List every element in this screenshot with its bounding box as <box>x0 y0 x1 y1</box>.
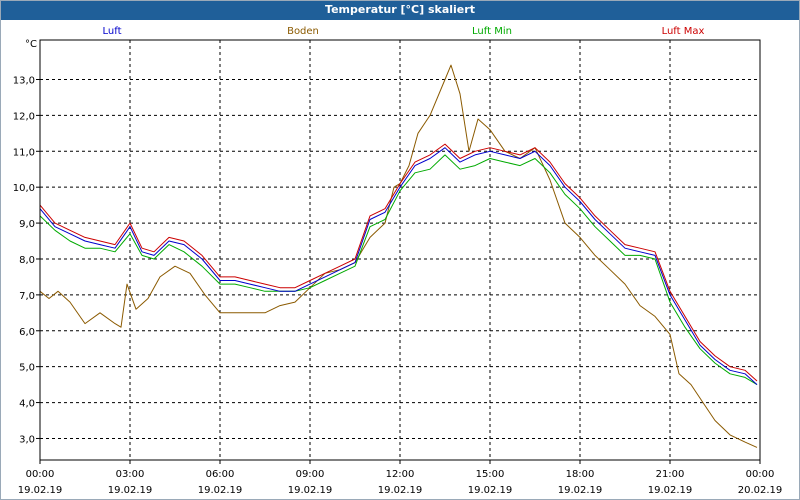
x-tick-date: 20.02.19 <box>738 485 783 496</box>
y-tick-label: 9,0 <box>19 219 35 230</box>
x-tick-date: 19.02.19 <box>648 485 693 496</box>
y-tick-label: 11,0 <box>13 147 35 158</box>
x-tick-date: 19.02.19 <box>288 485 333 496</box>
y-tick-label: 7,0 <box>19 291 35 302</box>
x-tick-date: 19.02.19 <box>468 485 513 496</box>
series-line-luft-max <box>39 143 758 382</box>
y-tick-label: 12,0 <box>13 111 35 122</box>
legend: Luft Boden Luft Min Luft Max <box>103 26 705 37</box>
legend-entry: Luft <box>103 26 122 37</box>
x-tick-time: 09:00 <box>296 469 325 480</box>
x-tick-date: 19.02.19 <box>378 485 423 496</box>
x-tick-time: 00:00 <box>26 469 55 480</box>
y-tick-label: 3,0 <box>19 434 35 445</box>
x-tick-date: 19.02.19 <box>18 485 63 496</box>
y-tick-label: 4,0 <box>19 399 35 410</box>
x-tick-time: 12:00 <box>386 469 415 480</box>
x-tick-time: 03:00 <box>116 469 145 480</box>
x-tick-time: 00:00 <box>746 469 775 480</box>
y-tick-label: 10,0 <box>13 183 35 194</box>
series-line-luft <box>39 147 758 385</box>
x-tick-time: 18:00 <box>566 469 595 480</box>
x-tick-time: 06:00 <box>206 469 235 480</box>
series-lines <box>39 64 758 448</box>
x-tick-time: 21:00 <box>656 469 685 480</box>
series-line-boden <box>39 64 758 448</box>
y-tick-label: 6,0 <box>19 327 35 338</box>
y-tick-label: 13,0 <box>13 75 35 86</box>
legend-entry: Luft Min <box>472 26 512 37</box>
temperature-chart: °C 3,0 4,0 5,0 6,0 7,0 8,0 9,0 10,0 11,0 12,0 13,0… <box>13 26 783 496</box>
y-tick-label: 5,0 <box>19 363 35 374</box>
x-tick-date: 19.02.19 <box>558 485 603 496</box>
x-axis: 00:00 19.02.19 03:00 19.02.19 06:00 19.02.19 0… <box>18 460 783 496</box>
x-tick-date: 19.02.19 <box>108 485 153 496</box>
chart-title: Temperatur [°C] skaliert <box>325 3 475 16</box>
y-axis-unit: °C <box>25 39 37 50</box>
x-tick-date: 19.02.19 <box>198 485 243 496</box>
x-tick-time: 15:00 <box>476 469 505 480</box>
legend-entry: Luft Max <box>662 26 705 37</box>
y-tick-label: 8,0 <box>19 255 35 266</box>
y-axis: 3,0 4,0 5,0 6,0 7,0 8,0 9,0 10,0 11,0 12,0 13,0 <box>13 75 40 445</box>
legend-entry: Boden <box>287 26 319 37</box>
